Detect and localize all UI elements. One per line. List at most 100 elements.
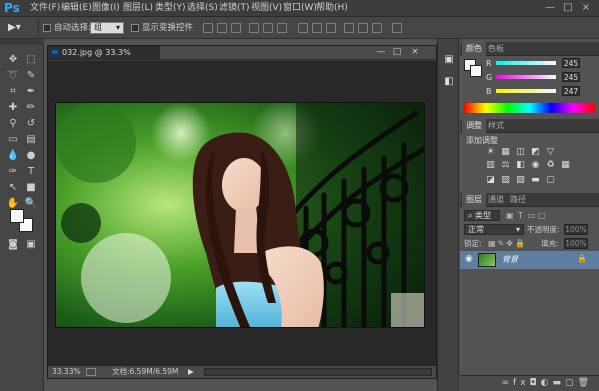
color-lookup-icon[interactable]: ▦ — [561, 161, 570, 170]
minimize-button[interactable]: — — [542, 1, 558, 15]
doc-minimize-button[interactable]: — — [374, 46, 388, 59]
channel-g-value[interactable]: 245 — [562, 72, 580, 82]
delete-layer-icon[interactable]: 🗑 — [578, 378, 593, 388]
eye-icon[interactable]: ◉ — [465, 254, 473, 264]
align-bottom-icon[interactable] — [231, 23, 241, 33]
threshold-icon[interactable]: ▧ — [516, 176, 525, 185]
black-white-icon[interactable]: ◧ — [516, 161, 525, 170]
photo-filter-icon[interactable]: ◉ — [531, 161, 540, 170]
channel-r-slider[interactable] — [496, 61, 556, 65]
history-brush-tool-icon[interactable]: ↺ — [24, 117, 38, 130]
close-button[interactable]: × — [578, 1, 594, 15]
quick-mask-icon[interactable]: ◙ — [6, 238, 20, 251]
new-layer-icon[interactable]: ▢ — [565, 378, 578, 388]
menu-view[interactable]: 视图(V) — [249, 0, 284, 17]
align-hcenter-icon[interactable] — [263, 23, 273, 33]
marquee-tool-icon[interactable]: ⬚ — [24, 53, 38, 66]
foreground-color-swatch-top[interactable] — [10, 209, 24, 223]
align-vcenter-icon[interactable] — [217, 23, 227, 33]
doc-maximize-button[interactable]: □ — [390, 46, 404, 59]
layer-kind-filter[interactable]: ⌕ 类型 — [464, 210, 500, 221]
brush-tool-icon[interactable]: ✏ — [24, 101, 38, 114]
type-tool-icon[interactable]: T — [24, 165, 38, 178]
channel-b-slider[interactable] — [496, 89, 556, 93]
opacity-value[interactable]: 100% — [564, 224, 588, 235]
layer-name[interactable]: 背景 — [502, 253, 518, 267]
auto-select-checkbox[interactable] — [43, 24, 51, 32]
add-mask-icon[interactable]: ◘ — [530, 378, 541, 388]
pen-tool-icon[interactable]: ✑ — [6, 165, 20, 178]
color-balance-icon[interactable]: ⚖ — [501, 161, 510, 170]
auto-select-dropdown[interactable]: 组 ▾ — [90, 22, 124, 34]
menu-help[interactable]: 帮助(H) — [314, 0, 350, 17]
doc-close-button[interactable]: × — [408, 46, 422, 59]
horizontal-scrollbar[interactable] — [204, 368, 432, 376]
menu-image[interactable]: 图像(I) — [90, 0, 122, 17]
curves-icon[interactable]: ◫ — [516, 148, 525, 157]
distribute-left-icon[interactable] — [344, 23, 354, 33]
distribute-right-icon[interactable] — [372, 23, 382, 33]
status-info-icon[interactable] — [86, 368, 96, 376]
link-layers-icon[interactable]: ∞ — [502, 378, 514, 388]
distribute-hcenter-icon[interactable] — [358, 23, 368, 33]
dodge-tool-icon[interactable]: ● — [24, 149, 38, 162]
menu-layer[interactable]: 图层(L) — [121, 0, 155, 17]
auto-align-icon[interactable] — [392, 23, 402, 33]
layer-style-icon[interactable]: fx — [513, 378, 530, 388]
tab-adjustments[interactable]: 调整 — [462, 119, 486, 133]
healing-brush-tool-icon[interactable]: ✚ — [6, 101, 20, 114]
eyedropper-tool-icon[interactable]: ✒ — [24, 85, 38, 98]
adjustment-layer-icon[interactable]: ◐ — [541, 378, 553, 388]
tab-channels[interactable]: 通道 — [484, 193, 508, 207]
menu-filter[interactable]: 滤镜(T) — [217, 0, 252, 17]
history-panel-icon[interactable]: ▣ — [442, 53, 456, 67]
fill-value[interactable]: 100% — [564, 238, 588, 249]
tab-swatches[interactable]: 色板 — [484, 42, 508, 56]
posterize-icon[interactable]: ▨ — [501, 176, 510, 185]
canvas-area[interactable] — [48, 61, 436, 366]
gradient-tool-icon[interactable]: ▤ — [24, 133, 38, 146]
blend-mode-dropdown[interactable]: 正常 ▾ — [464, 224, 524, 235]
path-select-tool-icon[interactable]: ↖ — [6, 181, 20, 194]
distribute-bottom-icon[interactable] — [326, 23, 336, 33]
status-menu-arrow-icon[interactable]: ▶ — [188, 366, 194, 378]
screen-mode-icon[interactable]: ▣ — [24, 238, 38, 251]
lasso-tool-icon[interactable]: ➰ — [6, 69, 20, 82]
move-tool-icon[interactable]: ✥ — [6, 53, 20, 66]
layer-row[interactable]: ◉ 背景 🔒 — [460, 251, 599, 269]
vibrance-icon[interactable]: ▽ — [546, 148, 555, 157]
new-group-icon[interactable]: ▬ — [553, 378, 566, 388]
move-tool-preset-icon[interactable]: ▶▾ — [8, 21, 30, 34]
invert-icon[interactable]: ◪ — [486, 176, 495, 185]
channel-r-value[interactable]: 245 — [562, 58, 580, 68]
zoom-tool-icon[interactable]: 🔍 — [24, 197, 38, 210]
quick-select-tool-icon[interactable]: ✎ — [24, 69, 38, 82]
color-spectrum-ramp[interactable] — [464, 103, 595, 113]
hue-saturation-icon[interactable]: ▥ — [486, 161, 495, 170]
distribute-top-icon[interactable] — [298, 23, 308, 33]
maximize-button[interactable]: □ — [560, 1, 576, 15]
document-tab[interactable]: Ps 032.jpg @ 33.3%(RGB/8#) — [48, 46, 160, 71]
lock-icons[interactable]: ▦✎✥🔒 — [488, 238, 527, 249]
eraser-tool-icon[interactable]: ▭ — [6, 133, 20, 146]
tab-layers[interactable]: 图层 — [462, 193, 486, 207]
distribute-vcenter-icon[interactable] — [312, 23, 322, 33]
menu-edit[interactable]: 编辑(E) — [59, 0, 94, 17]
channel-mixer-icon[interactable]: ♻ — [546, 161, 555, 170]
menu-file[interactable]: 文件(F) — [28, 0, 62, 17]
align-left-icon[interactable] — [249, 23, 259, 33]
tab-paths[interactable]: 路径 — [506, 193, 530, 207]
crop-tool-icon[interactable]: ⌗ — [6, 85, 20, 98]
menu-type[interactable]: 类型(Y) — [153, 0, 188, 17]
channel-g-slider[interactable] — [496, 75, 556, 79]
rectangle-tool-icon[interactable]: ■ — [24, 181, 38, 194]
brightness-contrast-icon[interactable]: ☀ — [486, 148, 495, 157]
color-background-swatch[interactable] — [470, 65, 482, 77]
show-transform-checkbox[interactable] — [131, 24, 139, 32]
align-top-icon[interactable] — [203, 23, 213, 33]
layer-filter-icons[interactable]: ▣Ｔ▭▢ — [506, 210, 576, 221]
exposure-icon[interactable]: ◩ — [531, 148, 540, 157]
align-right-icon[interactable] — [277, 23, 287, 33]
selective-color-icon[interactable]: ▢ — [546, 176, 555, 185]
channel-b-value[interactable]: 247 — [562, 86, 580, 96]
